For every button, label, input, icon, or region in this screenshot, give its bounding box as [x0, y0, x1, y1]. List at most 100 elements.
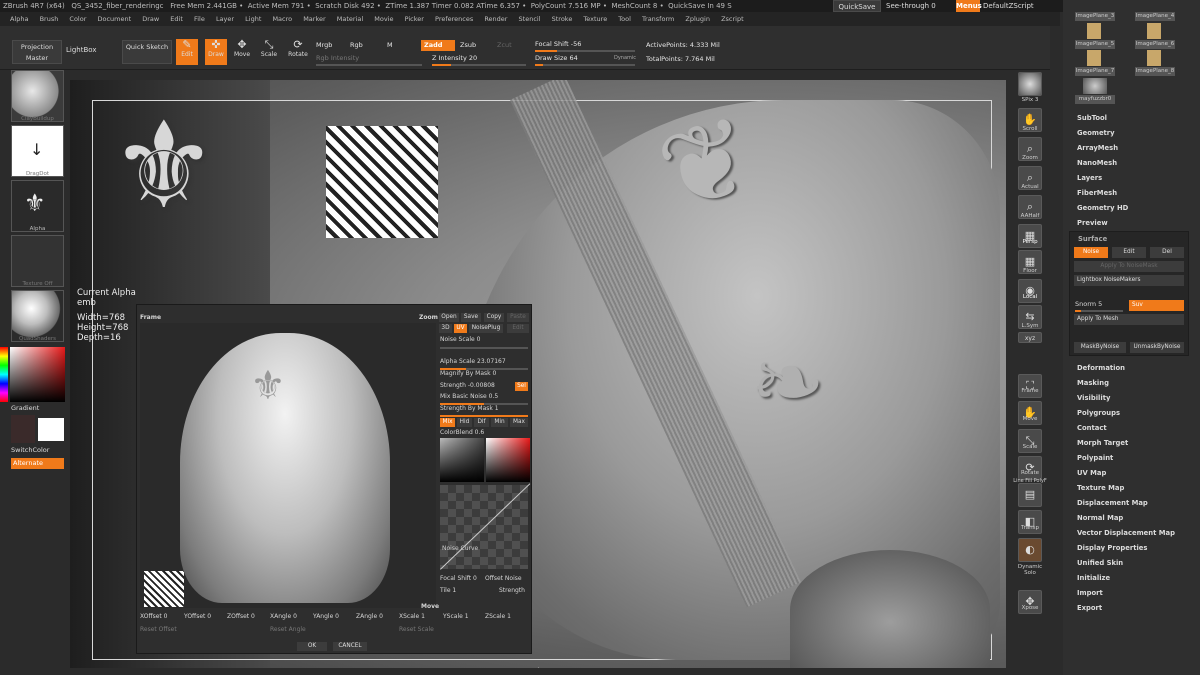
xyz-button[interactable]: xyz — [1018, 332, 1042, 343]
imageplane8-preview[interactable] — [1147, 50, 1161, 66]
imageplane4-thumb[interactable]: ImagePlane_4 — [1135, 12, 1175, 21]
imageplane7-preview[interactable] — [1087, 50, 1101, 66]
frame-button[interactable]: ⛶ — [1018, 374, 1042, 398]
offset-noise-slider[interactable]: Offset Noise — [485, 575, 522, 582]
brush-thumbnail[interactable] — [11, 70, 64, 122]
see-through-slider[interactable]: See-through 0 — [886, 0, 948, 12]
menu-light[interactable]: Light — [245, 15, 261, 23]
uv-map-menu[interactable]: UV Map — [1077, 469, 1106, 477]
mix-basic-noise-slider[interactable]: Mix Basic Noise 0.5 — [440, 393, 498, 400]
imageplane5-preview[interactable] — [1087, 23, 1101, 39]
imageplane6-preview[interactable] — [1147, 23, 1161, 39]
unmask-by-noise-button[interactable]: UnmaskByNoise — [1130, 342, 1184, 353]
subtool-menu[interactable]: SubTool — [1077, 114, 1107, 122]
open-button[interactable]: Open — [439, 313, 459, 322]
tile-slider[interactable]: Tile 1 — [440, 587, 456, 594]
move-label[interactable]: Move — [421, 603, 439, 610]
menu-layer[interactable]: Layer — [216, 15, 234, 23]
geometry-menu[interactable]: Geometry — [1077, 129, 1115, 137]
edit-noise-button[interactable]: Edit — [507, 324, 529, 333]
menu-zplugin[interactable]: Zplugin — [685, 15, 710, 23]
contact-menu[interactable]: Contact — [1077, 424, 1107, 432]
frame-label[interactable]: Frame — [140, 314, 161, 321]
noise-color-b[interactable] — [486, 438, 530, 482]
noise-button[interactable]: Noise — [1074, 247, 1108, 258]
zoom-label[interactable]: Zoom — [419, 314, 438, 321]
draw-size-slider[interactable]: Draw Size 64 — [535, 53, 605, 64]
rgb-intensity-slider[interactable]: Rgb Intensity — [316, 53, 406, 64]
menu-macro[interactable]: Macro — [272, 15, 292, 23]
dynamic-button[interactable]: Dynamic — [614, 53, 644, 64]
quicksave-button[interactable]: QuickSave — [833, 0, 881, 12]
layers-menu[interactable]: Layers — [1077, 174, 1102, 182]
menu-draw[interactable]: Draw — [142, 15, 159, 23]
cancel-button[interactable]: CANCEL — [333, 642, 367, 651]
menu-edit[interactable]: Edit — [170, 15, 183, 23]
noise-scale-slider[interactable]: Noise Scale 0 — [440, 336, 480, 343]
3d-button[interactable]: 3D — [439, 324, 452, 333]
magnify-by-mask-slider[interactable]: Magnify By Mask 0 — [440, 370, 496, 377]
uv-button[interactable]: UV — [454, 324, 467, 333]
yscale-slider[interactable]: YScale 1 — [443, 613, 469, 620]
projection-master-button[interactable]: Projection Master — [12, 40, 62, 64]
color-picker[interactable] — [10, 347, 65, 402]
color-blend-slider[interactable]: ColorBlend 0.6 — [440, 429, 484, 436]
mrgb-button[interactable]: Mrgb — [316, 40, 346, 51]
mayfuzz-thumb[interactable]: mayfuzzbr0 — [1075, 95, 1115, 104]
imageplane7-thumb[interactable]: ImagePlane_7 — [1075, 67, 1115, 76]
sel-button[interactable]: Sel — [515, 382, 528, 391]
default-zscript-button[interactable]: DefaultZScript — [983, 0, 1041, 12]
noise-preview-pane[interactable]: ⚜ — [140, 323, 436, 608]
copy-button[interactable]: Copy — [484, 313, 504, 322]
xscale-slider[interactable]: XScale 1 — [399, 613, 425, 620]
menu-marker[interactable]: Marker — [303, 15, 325, 23]
rotate-mode-button[interactable]: ⟳ Rotate — [286, 39, 310, 65]
dif-tab[interactable]: Dif — [474, 418, 489, 427]
reset-angle-button[interactable]: Reset Angle — [270, 626, 306, 633]
lightbox-noisemakers-button[interactable]: Lightbox NoiseMakers — [1074, 275, 1184, 286]
alpha-scale-slider[interactable]: Alpha Scale 23.07167 — [440, 358, 506, 365]
polyf-button[interactable]: ▤ — [1018, 483, 1042, 507]
menu-alpha[interactable]: Alpha — [10, 15, 28, 23]
rgb-button[interactable]: Rgb — [350, 40, 380, 51]
zoffset-slider[interactable]: ZOffset 0 — [227, 613, 255, 620]
scale-mode-button[interactable]: ⤡ Scale — [259, 39, 279, 65]
apply-to-mesh-button[interactable]: Apply To Mesh — [1074, 314, 1184, 325]
switch-color-button[interactable]: SwitchColor — [11, 446, 49, 454]
displacement-map-menu[interactable]: Displacement Map — [1077, 499, 1148, 507]
reset-offset-button[interactable]: Reset Offset — [140, 626, 177, 633]
polypaint-menu[interactable]: Polypaint — [1077, 454, 1113, 462]
zscale-slider[interactable]: ZScale 1 — [485, 613, 511, 620]
zsub-button[interactable]: Zsub — [460, 40, 490, 51]
strength-curve-slider[interactable]: Strength — [499, 587, 525, 594]
menu-movie[interactable]: Movie — [374, 15, 393, 23]
import-menu[interactable]: Import — [1077, 589, 1103, 597]
secondary-color-swatch[interactable] — [38, 418, 64, 441]
vector-displacement-map-menu[interactable]: Vector Displacement Map — [1077, 529, 1175, 537]
alternate-button[interactable]: Alternate — [11, 458, 64, 469]
noise-color-a[interactable] — [440, 438, 484, 482]
rotate-view-button[interactable]: ⟳ — [1018, 456, 1042, 480]
focal-shift-slider[interactable]: Focal Shift -56 — [535, 39, 635, 50]
move-mode-button[interactable]: ✥ Move — [232, 39, 252, 65]
snorm-slider[interactable]: Snorm 5 — [1075, 300, 1102, 308]
visibility-menu[interactable]: Visibility — [1077, 394, 1110, 402]
z-intensity-slider[interactable]: Z Intensity 20 — [432, 53, 522, 64]
menu-zscript[interactable]: Zscript — [721, 15, 744, 23]
display-properties-menu[interactable]: Display Properties — [1077, 544, 1147, 552]
morph-target-menu[interactable]: Morph Target — [1077, 439, 1128, 447]
yoffset-slider[interactable]: YOffset 0 — [184, 613, 211, 620]
m-button[interactable]: M — [387, 40, 407, 51]
menu-preferences[interactable]: Preferences — [435, 15, 473, 23]
strength-by-mask-slider[interactable]: Strength By Mask 1 — [440, 405, 499, 412]
material-thumbnail[interactable] — [11, 290, 64, 342]
braid-alpha-thumb[interactable] — [144, 571, 184, 607]
draw-mode-button[interactable]: ✜ Draw — [205, 39, 227, 65]
menu-render[interactable]: Render — [484, 15, 507, 23]
xoffset-slider[interactable]: XOffset 0 — [140, 613, 167, 620]
texture-map-menu[interactable]: Texture Map — [1077, 484, 1124, 492]
imageplane6-thumb[interactable]: ImagePlane_6 — [1135, 40, 1175, 49]
normal-map-menu[interactable]: Normal Map — [1077, 514, 1123, 522]
menu-texture[interactable]: Texture — [583, 15, 607, 23]
menu-color[interactable]: Color — [69, 15, 86, 23]
